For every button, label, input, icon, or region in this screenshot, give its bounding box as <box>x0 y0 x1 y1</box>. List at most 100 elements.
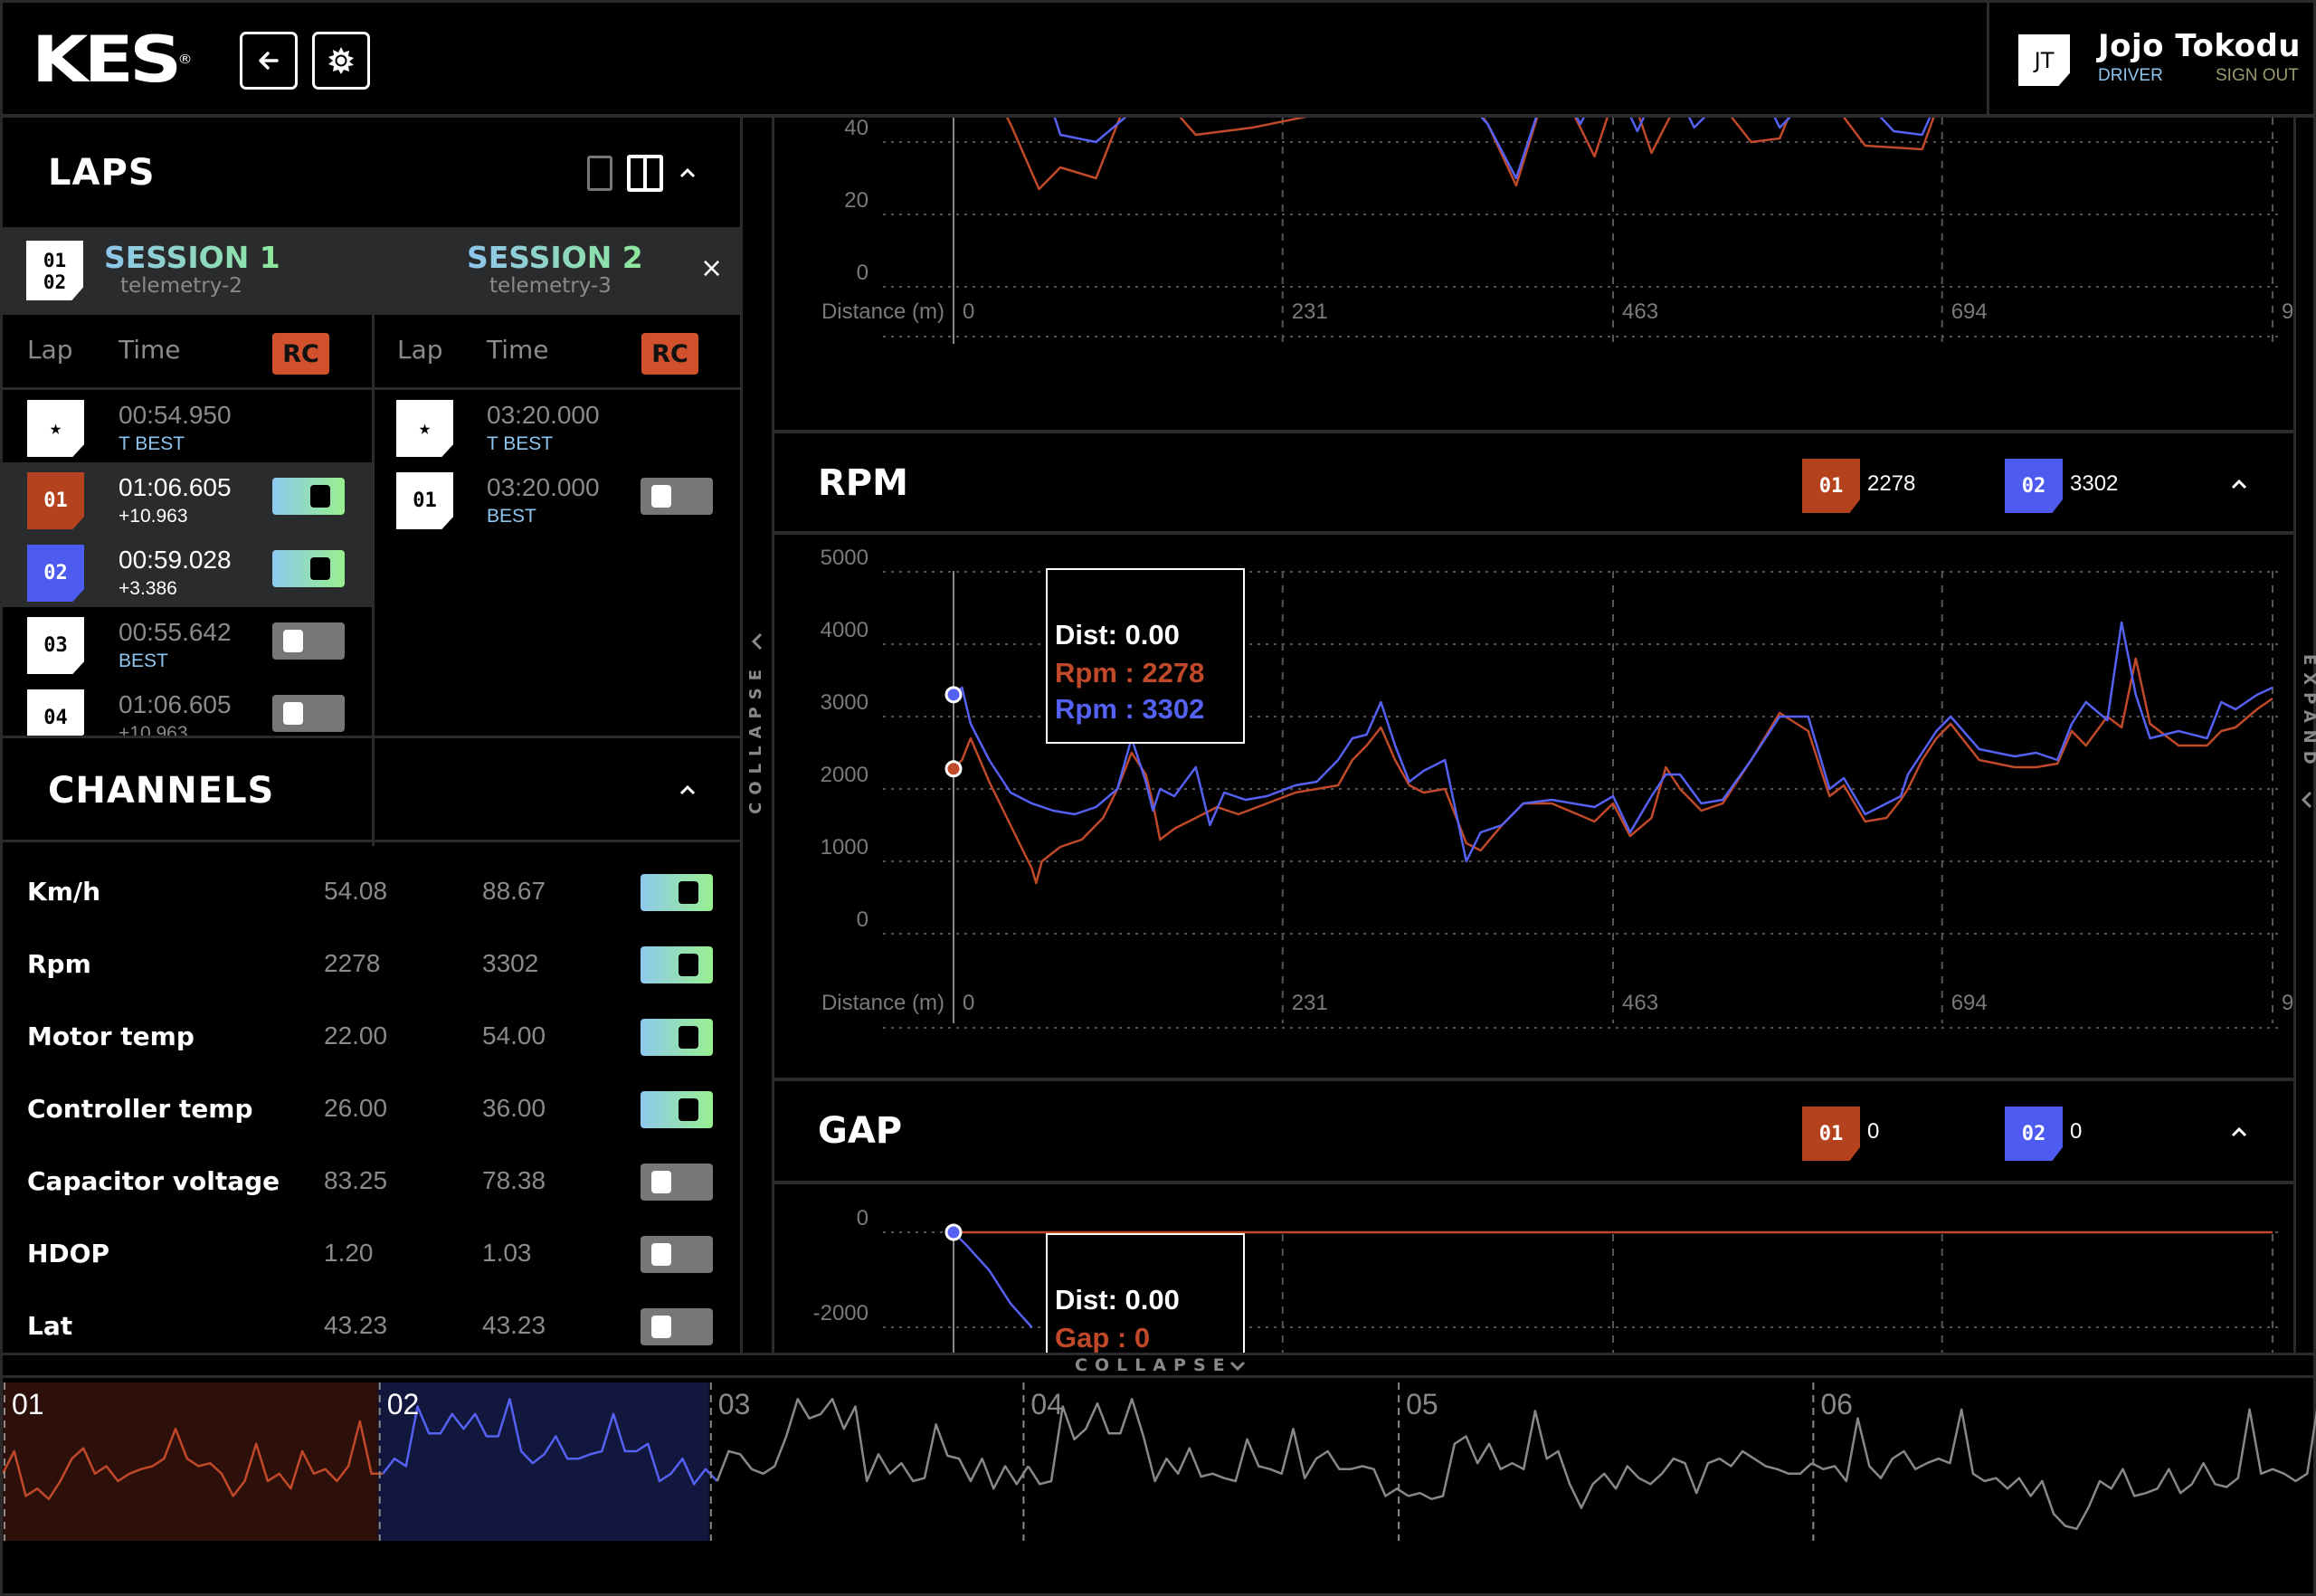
lap-row-04[interactable]: 04 01:06.605 +10.963 <box>3 679 372 736</box>
channel-row[interactable]: Controller temp 26.00 36.00 <box>3 1074 740 1146</box>
channel-toggle[interactable] <box>641 1308 713 1345</box>
avatar[interactable]: JT <box>2018 34 2070 86</box>
star-icon: ★ <box>27 400 84 457</box>
kes-logo[interactable]: KES® <box>32 28 193 91</box>
channel-toggle[interactable] <box>641 1164 713 1201</box>
session-2-header[interactable]: SESSION 2 telemetry-3 × <box>375 227 740 315</box>
lap-row-02[interactable]: 02 00:59.028 +3.386 <box>3 535 372 607</box>
split-view-icon[interactable] <box>627 155 663 192</box>
theme-toggle-button[interactable] <box>312 32 370 90</box>
badge-line-1: 01 <box>43 250 67 271</box>
rpm-collapse-chevron-icon[interactable] <box>2229 474 2249 494</box>
legend-value-01: 2278 <box>1867 471 1916 496</box>
tooltip-rpm-02: Rpm : 3302 <box>1055 693 1204 725</box>
y-tick-label: 3000 <box>821 690 868 715</box>
channel-name: Capacitor voltage <box>27 1166 280 1196</box>
lap-row-03[interactable]: 03 00:55.642 BEST <box>3 607 372 679</box>
close-session-button[interactable]: × <box>700 252 723 284</box>
collapse-label: COLLAPSE <box>746 662 765 814</box>
back-button[interactable] <box>240 32 298 90</box>
lap-sub: BEST <box>119 651 168 671</box>
channel-toggle[interactable] <box>641 1091 713 1128</box>
col-time: Time <box>487 335 549 365</box>
session-title: SESSION 1 <box>104 240 280 275</box>
x-tick-label: 463 <box>1622 299 1658 324</box>
channels-title: CHANNELS <box>48 770 275 812</box>
lap-row-tbest[interactable]: ★ 00:54.950 T BEST <box>3 390 372 462</box>
session-title: SESSION 2 <box>467 240 643 275</box>
channel-row[interactable]: Motor temp 22.00 54.00 <box>3 1002 740 1074</box>
gap-collapse-chevron-icon[interactable] <box>2229 1122 2249 1142</box>
x-axis-label: Distance (m) <box>821 991 944 1015</box>
channels-collapse-chevron-icon[interactable] <box>678 780 698 800</box>
channel-toggle[interactable] <box>641 1019 713 1056</box>
lap-time: 00:59.028 <box>119 546 232 574</box>
session-1-header[interactable]: 01 02 SESSION 1 telemetry-2 <box>3 227 372 315</box>
rc-button[interactable]: RC <box>641 333 698 375</box>
expand-right-handle[interactable]: EXPAND <box>2296 654 2316 817</box>
hover-marker-01 <box>944 760 963 778</box>
gap-title: GAP <box>818 1110 903 1152</box>
tooltip-gap: Gap : 0 <box>1055 1322 1150 1353</box>
lap-label-03: 03 <box>718 1388 751 1420</box>
lap-row-tbest[interactable]: ★ 03:20.000 T BEST <box>375 390 744 462</box>
lap-toggle[interactable] <box>641 478 713 515</box>
channel-toggle[interactable] <box>641 874 713 911</box>
gap-chart[interactable]: -2000 0 Dist: 0.00 Gap : 0 <box>774 1184 2293 1353</box>
x-tick-label: 231 <box>1292 991 1328 1015</box>
channel-toggle[interactable] <box>641 1236 713 1273</box>
laps-header: LAPS <box>3 118 740 227</box>
col-time: Time <box>119 335 181 365</box>
channel-row[interactable]: Capacitor voltage 83.25 78.38 <box>3 1146 740 1219</box>
channels-list: Km/h 54.08 88.67 Rpm 2278 3302 Motor temp 22.00… <box>3 857 740 1350</box>
collapse-left-handle[interactable]: COLLAPSE <box>743 632 772 831</box>
rpm-chart[interactable]: 0 1000 2000 3000 4000 5000 0 231 463 694 926 Distan… <box>774 535 2293 1078</box>
gap-panel-header: GAP 01 0 02 0 <box>774 1078 2293 1184</box>
channel-row[interactable]: Rpm 2278 3302 <box>3 929 740 1002</box>
lap-toggle[interactable] <box>272 695 345 732</box>
lap-toggle[interactable] <box>272 622 345 660</box>
y-tick-label: 0 <box>857 907 868 932</box>
single-view-icon[interactable] <box>587 156 612 191</box>
arrow-left-icon <box>259 52 279 70</box>
toggle-knob <box>651 1171 671 1193</box>
lap-toggle[interactable] <box>272 550 345 587</box>
lap-badge: 01 <box>396 472 453 529</box>
lap-toggle[interactable] <box>272 478 345 515</box>
channel-toggle[interactable] <box>641 946 713 983</box>
rpm-title: RPM <box>818 462 908 504</box>
lap-row-01[interactable]: 01 03:20.000 BEST <box>375 462 744 535</box>
legend-value-01: 0 <box>1867 1119 1880 1144</box>
y-tick-label: 40 <box>844 118 868 140</box>
y-tick-label: 20 <box>844 188 868 213</box>
charts-area: 020400231463694926Distance (m) RPM 01 22… <box>772 118 2296 1353</box>
x-tick-label: 0 <box>963 299 974 324</box>
lap-badge: 04 <box>27 689 84 736</box>
lap-label-04: 04 <box>1030 1388 1063 1420</box>
channel-row[interactable]: Km/h 54.08 88.67 <box>3 857 740 929</box>
lap-overview-strip[interactable]: 01 02 03 04 05 06 <box>3 1378 2316 1596</box>
lap-label-06: 06 <box>1820 1388 1853 1420</box>
x-tick-label: 463 <box>1622 991 1658 1015</box>
x-tick-label: 231 <box>1292 299 1328 324</box>
rc-button[interactable]: RC <box>272 333 329 375</box>
toggle-knob <box>679 954 698 976</box>
tooltip: Dist: 0.00 Rpm : 2278 Rpm : 3302 <box>1046 568 1245 744</box>
laps-collapse-chevron-icon[interactable] <box>678 163 698 183</box>
lap-badge: 02 <box>27 545 84 602</box>
channel-row[interactable]: HDOP 1.20 1.03 <box>3 1219 740 1291</box>
laps-column-header: Lap Time RC <box>375 315 740 390</box>
y-tick-label: 1000 <box>821 835 868 860</box>
toggle-knob <box>679 881 698 904</box>
bottom-collapse-label: COLLAPSE <box>1075 1355 1232 1375</box>
speed-chart[interactable]: 0 20 40 0 231 463 694 926 Distance (m) <box>774 118 2293 430</box>
legend-value-02: 0 <box>2070 1119 2083 1144</box>
sign-out-link[interactable]: SIGN OUT <box>2216 66 2299 86</box>
lap-row-01[interactable]: 01 01:06.605 +10.963 <box>3 462 372 535</box>
col-lap: Lap <box>27 335 73 365</box>
chevron-left-icon <box>751 632 763 651</box>
x-tick-label: 926 <box>2282 991 2293 1015</box>
channel-value-2: 1.03 <box>482 1239 532 1267</box>
bottom-collapse-bar[interactable]: COLLAPSE <box>3 1353 2316 1378</box>
channel-value-1: 43.23 <box>324 1311 388 1339</box>
